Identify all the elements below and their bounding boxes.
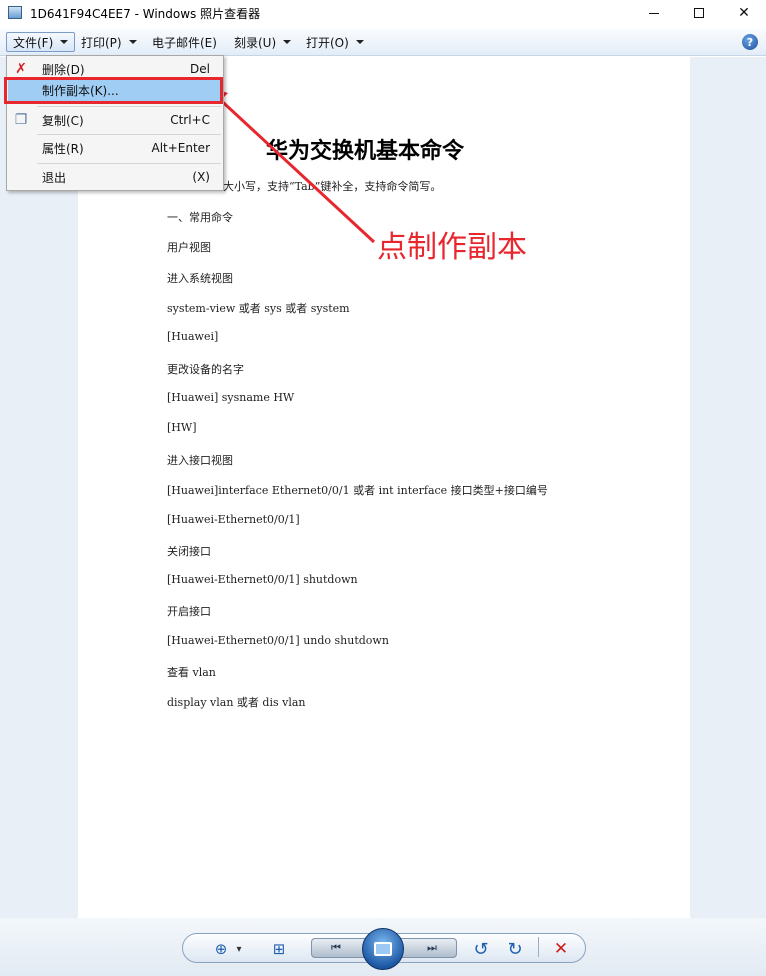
minimize-button[interactable] <box>631 0 677 26</box>
document-line: display vlan 或者 dis vlan <box>167 696 306 709</box>
menu-bar: 文件(F) 打印(P) 电子邮件(E) 刻录(U) 打开(O) <box>0 28 766 56</box>
document-line: system-view 或者 sys 或者 system <box>167 302 350 315</box>
menu-item-shortcut: Del <box>190 62 210 76</box>
delete-button[interactable]: ✕ <box>550 939 572 959</box>
document-line: 进入接口视图 <box>167 454 233 467</box>
help-icon[interactable]: ? <box>742 34 758 50</box>
annotation-text: 点制作副本 <box>377 230 527 265</box>
menu-item-shortcut: Alt+Enter <box>151 141 210 155</box>
copy-icon: ❐ <box>14 112 28 128</box>
window-title: 1D641F94C4EE7 - Windows 照片查看器 <box>30 7 261 21</box>
document-line: [Huawei-Ethernet0/0/1] <box>167 513 300 526</box>
delete-icon: ✕ <box>553 939 569 959</box>
menu-item-exit[interactable]: 退出 (X) <box>8 164 222 190</box>
document-line: 查看 vlan <box>167 666 216 679</box>
slideshow-icon <box>374 942 392 956</box>
document-line: 更改设备的名字 <box>167 363 244 376</box>
menu-print[interactable]: 打印(P) <box>75 32 143 52</box>
document-subtitle: 大小写，支持“Tab”键补全，支持命令简写。 <box>223 180 442 193</box>
menu-item-label: 删除(D) <box>42 62 85 77</box>
menu-email-label: 电子邮件(E) <box>152 35 217 50</box>
photo-viewer-app-icon <box>8 6 22 19</box>
menu-open-label: 打开(O) <box>306 35 349 50</box>
chevron-down-icon <box>355 40 364 44</box>
menu-burn[interactable]: 刻录(U) <box>228 32 297 52</box>
document-line: 开启接口 <box>167 605 211 618</box>
document-line: 用户视图 <box>167 241 211 254</box>
maximize-button[interactable] <box>676 0 722 26</box>
menu-item-label: 复制(C) <box>42 113 84 128</box>
next-button[interactable]: ⏭ <box>421 940 443 956</box>
previous-button[interactable]: ⏮ <box>325 940 347 956</box>
close-icon: ✕ <box>738 5 750 21</box>
previous-icon: ⏮ <box>331 941 341 954</box>
document-line: 进入系统视图 <box>167 272 233 285</box>
delete-x-icon: ✗ <box>15 61 27 77</box>
rotate-counterclockwise-button[interactable]: ↺ <box>470 938 492 960</box>
document-line: [Huawei-Ethernet0/0/1] shutdown <box>167 573 358 586</box>
menu-email[interactable]: 电子邮件(E) <box>146 32 223 52</box>
rotate-ccw-icon: ↺ <box>473 938 489 960</box>
document-line: 关闭接口 <box>167 545 211 558</box>
menu-open[interactable]: 打开(O) <box>300 32 370 52</box>
menu-burn-label: 刻录(U) <box>234 35 277 50</box>
fit-window-icon: ⊞ <box>272 940 286 958</box>
slideshow-button[interactable] <box>362 928 404 970</box>
chevron-down-icon <box>60 40 69 44</box>
menu-file[interactable]: 文件(F) <box>6 32 76 52</box>
menu-item-label: 属性(R) <box>42 141 84 156</box>
close-window-button[interactable]: ✕ <box>721 0 766 26</box>
zoom-icon: ⊕ <box>214 940 228 958</box>
document-line: 一、常用命令 <box>167 211 233 224</box>
document-line: [HW] <box>167 421 197 434</box>
rotate-clockwise-button[interactable]: ↻ <box>504 938 526 960</box>
document-line: [Huawei] <box>167 330 219 343</box>
menu-item-shortcut: Ctrl+C <box>170 113 210 127</box>
zoom-dropdown-button[interactable]: ▾ <box>228 940 250 958</box>
rotate-cw-icon: ↻ <box>507 938 523 960</box>
annotation-highlight-box <box>4 77 223 104</box>
maximize-icon <box>694 8 704 18</box>
menu-item-label: 退出 <box>42 170 67 185</box>
toolbar-separator <box>538 937 539 957</box>
menu-item-shortcut: (X) <box>192 170 210 184</box>
title-bar: 1D641F94C4EE7 - Windows 照片查看器 ✕ <box>0 0 766 28</box>
document-line: [Huawei] sysname HW <box>167 391 295 404</box>
menu-item-copy[interactable]: ❐ 复制(C) Ctrl+C <box>8 107 222 133</box>
chevron-down-icon: ▾ <box>236 943 242 955</box>
minimize-icon <box>649 12 659 14</box>
menu-print-label: 打印(P) <box>81 35 122 50</box>
chevron-down-icon <box>283 40 292 44</box>
document-line: [Huawei-Ethernet0/0/1] undo shutdown <box>167 634 389 647</box>
document-title: 华为交换机基本命令 <box>266 138 465 164</box>
menu-file-label: 文件(F) <box>13 35 54 50</box>
actual-size-button[interactable]: ⊞ <box>268 940 290 958</box>
chevron-down-icon <box>128 40 137 44</box>
menu-item-properties[interactable]: 属性(R) Alt+Enter <box>8 135 222 161</box>
document-line: [Huawei]interface Ethernet0/0/1 或者 int i… <box>167 484 548 497</box>
file-menu-dropdown: ✗ 删除(D) Del 制作副本(K)... ❐ 复制(C) Ctrl+C 属性… <box>6 55 224 191</box>
help-glyph: ? <box>746 35 754 49</box>
next-icon: ⏭ <box>427 941 437 954</box>
